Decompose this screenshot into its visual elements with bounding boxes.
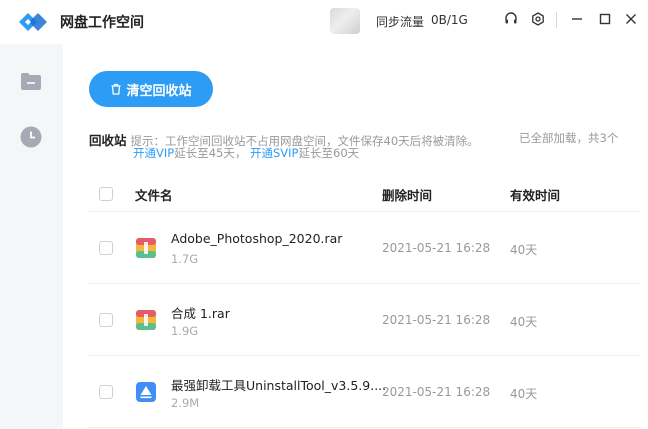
settings-icon[interactable]: [529, 10, 547, 28]
trash-icon: [111, 83, 121, 95]
table-row[interactable]: 最强卸载工具UninstallTool_v3.5.9.... 2.9M 2021…: [89, 356, 639, 428]
clock-icon[interactable]: [19, 125, 43, 149]
minimize-icon[interactable]: [568, 10, 586, 28]
file-size: 1.9G: [171, 324, 199, 338]
page-title: 回收站: [89, 133, 127, 148]
avatar[interactable]: [330, 8, 360, 34]
valid-time: 40天: [510, 387, 538, 401]
vip-extend-text: 延长至45天，: [174, 146, 247, 160]
sync-traffic-label: 同步流量: [376, 15, 425, 29]
archive-icon: [136, 238, 156, 258]
row-checkbox[interactable]: [99, 313, 113, 327]
svip-extend-text: 延长至60天: [298, 146, 360, 160]
sync-traffic-value: 0B/1G: [431, 13, 468, 27]
file-name: 合成 1.rar: [171, 306, 230, 321]
sidebar: [0, 44, 63, 429]
clear-recycle-bin-button[interactable]: 清空回收站: [89, 71, 213, 107]
deleted-time: 2021-05-21 16:28: [382, 313, 491, 327]
app-title: 网盘工作空间: [60, 15, 144, 31]
file-name: 最强卸载工具UninstallTool_v3.5.9....: [171, 378, 387, 393]
titlebar-divider: [556, 12, 557, 28]
deleted-time: 2021-05-21 16:28: [382, 241, 491, 255]
title-bar: 网盘工作空间 同步流量 0B/1G: [0, 0, 648, 44]
app-logo-icon: [19, 13, 47, 31]
column-header-filename[interactable]: 文件名: [135, 185, 173, 204]
row-checkbox[interactable]: [99, 385, 113, 399]
recycle-bin-panel: 清空回收站 回收站 提示：工作空间回收站不占用网盘空间，文件保存40天后将被清除。…: [63, 44, 648, 429]
file-size: 1.7G: [171, 252, 199, 266]
deleted-time: 2021-05-21 16:28: [382, 385, 491, 399]
select-all-checkbox[interactable]: [99, 187, 113, 201]
headset-icon[interactable]: [502, 10, 520, 28]
clear-recycle-bin-label: 清空回收站: [126, 82, 192, 98]
file-name: Adobe_Photoshop_2020.rar: [171, 231, 343, 246]
archive-icon: [136, 310, 156, 330]
row-checkbox[interactable]: [99, 241, 113, 255]
table-header: 文件名 删除时间 有效时间: [89, 176, 639, 212]
column-header-deleted-time[interactable]: 删除时间: [382, 185, 432, 204]
app-file-icon: [136, 382, 156, 402]
table-row[interactable]: 合成 1.rar 1.9G 2021-05-21 16:28 40天: [89, 284, 639, 356]
column-header-valid-time[interactable]: 有效时间: [510, 185, 560, 204]
file-size: 2.9M: [171, 396, 200, 410]
table-row[interactable]: Adobe_Photoshop_2020.rar 1.7G 2021-05-21…: [89, 212, 639, 284]
load-status: 已全部加载，共3个: [519, 131, 619, 145]
open-svip-link[interactable]: 开通SVIP: [250, 146, 299, 160]
open-vip-link[interactable]: 开通VIP: [133, 146, 174, 160]
maximize-icon[interactable]: [596, 10, 614, 28]
valid-time: 40天: [510, 315, 538, 329]
valid-time: 40天: [510, 243, 538, 257]
folder-icon[interactable]: [19, 70, 43, 94]
upgrade-line: 开通VIP延长至45天， 开通SVIP延长至60天: [133, 145, 359, 161]
close-icon[interactable]: [622, 10, 640, 28]
